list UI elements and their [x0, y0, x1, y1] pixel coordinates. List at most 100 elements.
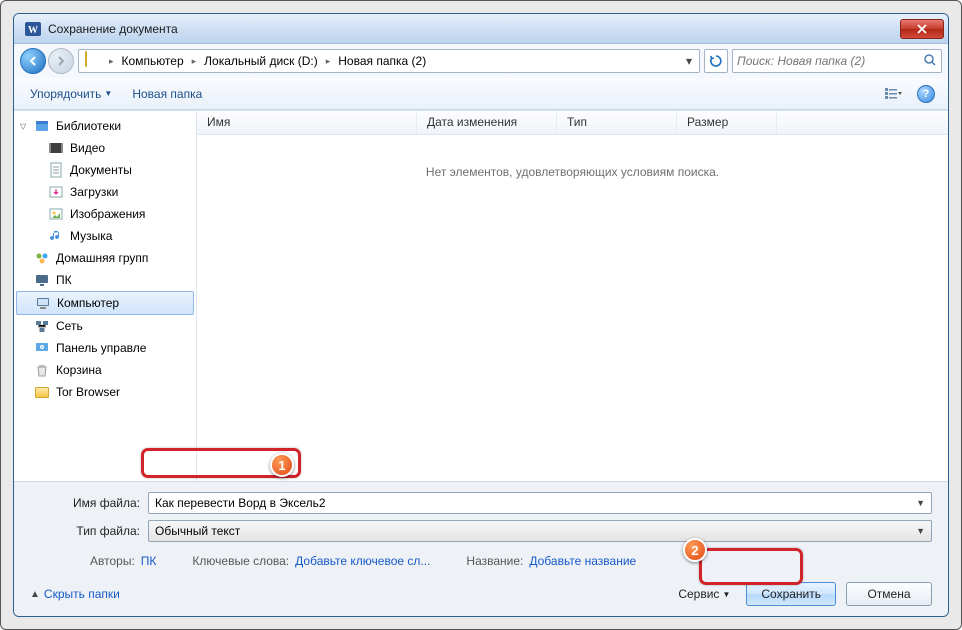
sidebar-item-label: Документы [70, 163, 132, 177]
view-icon [884, 87, 904, 101]
content-pane: Имя Дата изменения Тип Размер Нет элемен… [197, 111, 948, 481]
computer-icon [35, 295, 51, 311]
navigation-bar: ▸ Компьютер ▸ Локальный диск (D:) ▸ Нова… [14, 44, 948, 78]
folder-open-icon [85, 52, 103, 70]
sidebar-item-домашняя-групп[interactable]: Домашняя групп [14, 247, 196, 269]
sidebar-item-изображения[interactable]: Изображения [14, 203, 196, 225]
pc-icon [34, 272, 50, 288]
sidebar: ▽ Библиотеки Видео Документы Загрузки Изображ… [14, 111, 197, 481]
filename-label: Имя файла: [30, 496, 148, 510]
sidebar-item-label: Tor Browser [56, 385, 120, 399]
filetype-label: Тип файла: [30, 524, 148, 538]
column-type[interactable]: Тип [557, 111, 677, 134]
main-area: ▽ Библиотеки Видео Документы Загрузки Изображ… [14, 110, 948, 481]
organize-button[interactable]: Упорядочить▼ [22, 83, 120, 105]
sidebar-item-label: Компьютер [57, 296, 119, 310]
recycle-icon [34, 362, 50, 378]
homegroup-icon [34, 250, 50, 266]
bottom-panel: Имя файла: ▼ Тип файла: Обычный текст ▼ … [14, 481, 948, 616]
svg-text:W: W [28, 25, 38, 36]
save-button[interactable]: Сохранить [746, 582, 836, 606]
tools-button[interactable]: Сервис ▼ [672, 584, 736, 604]
chevron-up-icon: ▲ [30, 589, 40, 600]
chevron-down-icon[interactable]: ▼ [912, 498, 925, 508]
sidebar-item-видео[interactable]: Видео [14, 137, 196, 159]
sidebar-item-музыка[interactable]: Музыка [14, 225, 196, 247]
sidebar-item-корзина[interactable]: Корзина [14, 359, 196, 381]
chevron-down-icon: ▼ [722, 590, 730, 599]
refresh-icon [709, 54, 723, 68]
sidebar-item-пк[interactable]: ПК [14, 269, 196, 291]
help-button[interactable]: ? [912, 83, 940, 105]
sidebar-item-label: Изображения [70, 207, 145, 221]
sidebar-item-tor-browser[interactable]: Tor Browser [14, 381, 196, 403]
refresh-button[interactable] [704, 49, 728, 73]
breadcrumb-drive-d[interactable]: Локальный диск (D:) [198, 50, 324, 72]
sidebar-item-label: ПК [56, 273, 72, 287]
footer: ▲ Скрыть папки Сервис ▼ Сохранить Отмена [30, 570, 932, 608]
authors-value[interactable]: ПК [141, 554, 157, 568]
video-icon [48, 140, 64, 156]
metadata-row: Авторы: ПК Ключевые слова: Добавьте ключев… [30, 548, 932, 570]
sidebar-item-label: Панель управле [56, 341, 146, 355]
sidebar-item-библиотеки[interactable]: ▽ Библиотеки [14, 115, 196, 137]
music-icon [48, 228, 64, 244]
breadcrumb[interactable]: ▸ Компьютер ▸ Локальный диск (D:) ▸ Нова… [78, 49, 700, 73]
cancel-button[interactable]: Отмена [846, 582, 932, 606]
column-name[interactable]: Имя [197, 111, 417, 134]
chevron-right-icon: ▸ [190, 56, 199, 67]
filename-field[interactable]: ▼ [148, 492, 932, 514]
chevron-down-icon: ▼ [104, 89, 112, 98]
title-value[interactable]: Добавьте название [529, 554, 636, 568]
sidebar-item-панель-управле[interactable]: Панель управле [14, 337, 196, 359]
arrow-right-icon [55, 55, 67, 67]
sidebar-item-label: Видео [70, 141, 105, 155]
sidebar-item-загрузки[interactable]: Загрузки [14, 181, 196, 203]
chevron-down-icon[interactable]: ▼ [912, 526, 925, 536]
app-word-icon: W [24, 20, 42, 38]
help-icon: ? [917, 85, 935, 103]
hide-folders-link[interactable]: ▲ Скрыть папки [30, 587, 120, 601]
keywords-label: Ключевые слова: [192, 554, 289, 568]
sidebar-item-label: Сеть [56, 319, 83, 333]
column-size[interactable]: Размер [677, 111, 777, 134]
chevron-right-icon: ▸ [107, 56, 116, 67]
pictures-icon [48, 206, 64, 222]
breadcrumb-dropdown[interactable]: ▾ [681, 54, 697, 68]
chevron-down-icon: ▽ [20, 122, 26, 131]
keywords-value[interactable]: Добавьте ключевое сл... [295, 554, 430, 568]
close-button[interactable] [900, 19, 944, 39]
downloads-icon [48, 184, 64, 200]
filename-input[interactable] [155, 496, 912, 510]
forward-button[interactable] [48, 48, 74, 74]
sidebar-item-label: Корзина [56, 363, 102, 377]
breadcrumb-computer[interactable]: Компьютер [116, 50, 190, 72]
view-options-button[interactable] [880, 83, 908, 105]
save-dialog-window: W Сохранение документа ▸ Компьютер ▸ Лок… [13, 13, 949, 617]
sidebar-item-сеть[interactable]: Сеть [14, 315, 196, 337]
search-icon [923, 53, 937, 70]
documents-icon [48, 162, 64, 178]
search-box[interactable] [732, 49, 942, 73]
column-date[interactable]: Дата изменения [417, 111, 557, 134]
close-icon [917, 24, 927, 34]
filetype-dropdown[interactable]: Обычный текст ▼ [148, 520, 932, 542]
sidebar-item-документы[interactable]: Документы [14, 159, 196, 181]
back-button[interactable] [20, 48, 46, 74]
empty-message: Нет элементов, удовлетворяющих условиям … [197, 135, 948, 481]
breadcrumb-folder[interactable]: Новая папка (2) [332, 50, 432, 72]
new-folder-button[interactable]: Новая папка [124, 83, 210, 105]
sidebar-item-label: Библиотеки [56, 119, 121, 133]
column-headers: Имя Дата изменения Тип Размер [197, 111, 948, 135]
search-input[interactable] [737, 54, 919, 68]
titlebar: W Сохранение документа [14, 14, 948, 44]
authors-label: Авторы: [90, 554, 135, 568]
sidebar-item-label: Домашняя групп [56, 251, 148, 265]
sidebar-item-label: Музыка [70, 229, 112, 243]
arrow-left-icon [27, 55, 39, 67]
sidebar-item-label: Загрузки [70, 185, 118, 199]
libraries-icon [34, 118, 50, 134]
sidebar-item-компьютер[interactable]: Компьютер [16, 291, 194, 315]
chevron-right-icon: ▸ [324, 56, 333, 67]
controlpanel-icon [34, 340, 50, 356]
